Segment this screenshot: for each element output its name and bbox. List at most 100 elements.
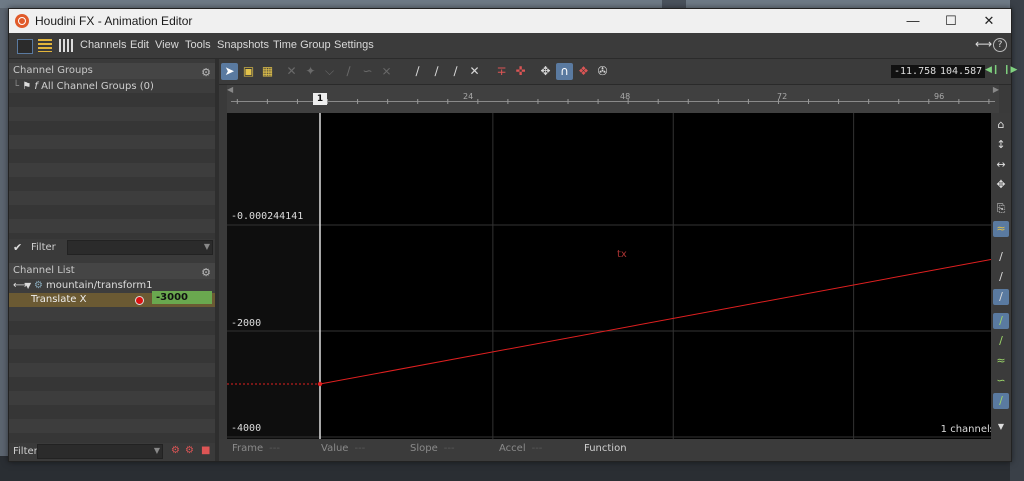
keyframe-icon[interactable]: ❖ [575, 63, 592, 80]
magnet-icon[interactable]: ∩ [556, 63, 573, 80]
current-frame-marker[interactable]: 1 [313, 93, 327, 105]
channel-groups-list [9, 79, 215, 239]
function-linear-icon[interactable]: ∕ [409, 63, 426, 80]
home-icon[interactable]: ⌂ [993, 117, 1009, 133]
tangent-tool-icon[interactable]: ∕ [993, 289, 1009, 305]
chevron-down-icon[interactable]: ▼ [154, 446, 160, 455]
scroll-left-icon[interactable]: ◀ [227, 85, 233, 94]
function-field[interactable]: Function [584, 443, 627, 454]
function-cubic-icon[interactable]: ✕ [466, 63, 483, 80]
graph-mode-icon[interactable] [17, 39, 33, 54]
tangent-flat-icon[interactable]: ✕ [283, 63, 300, 80]
cycle-icon[interactable]: ✜ [512, 63, 529, 80]
curve-display-icon[interactable]: ∽ [993, 373, 1009, 389]
frame-field[interactable]: Frame --- [232, 443, 280, 454]
function-ease-icon[interactable]: ∕ [428, 63, 445, 80]
scale-box-icon[interactable]: ▦ [259, 63, 276, 80]
frame-label: Frame [232, 443, 264, 454]
dopesheet-mode-icon[interactable] [38, 39, 52, 52]
channel-color-swatch[interactable] [135, 296, 144, 305]
tick-label: 48 [620, 92, 631, 101]
pan-icon[interactable]: ✥ [993, 177, 1009, 193]
channel-value-field[interactable]: -3000 [152, 291, 212, 304]
title-bar: Houdini FX - Animation Editor — ☐ ✕ [9, 9, 1011, 33]
menu-edit[interactable]: Edit [130, 39, 149, 51]
frame-value: --- [269, 443, 280, 454]
clear-icon[interactable]: ■ [201, 445, 210, 456]
tree-branch-icon: └ [13, 81, 20, 92]
tangent-step-icon[interactable]: ⌵ [321, 63, 338, 80]
minimize-button[interactable]: — [895, 11, 931, 31]
curve-display-icon[interactable]: ∕ [993, 313, 1009, 329]
y-axis-label: -4000 [231, 423, 262, 434]
curve-display-icon[interactable]: ∕ [993, 393, 1009, 409]
scroll-right-icon[interactable]: ▶ [993, 85, 999, 94]
tangent-linear-icon[interactable]: ∕ [340, 63, 357, 80]
check-icon[interactable]: ✔ [13, 241, 22, 254]
tangent-break-icon[interactable]: ⨯ [378, 63, 395, 80]
graph-toolbar: ➤ ▣ ▦ ✕ ✦ ⌵ ∕ ∽ ⨯ ∕ ∕ ∕ ✕ ∓ ✜ ✥ ∩ ❖ ✇ -1… [219, 59, 1017, 85]
function-bezier-icon[interactable]: ∕ [447, 63, 464, 80]
tangent-tool-icon[interactable]: ∕ [993, 249, 1009, 265]
curve-segment-tx[interactable] [319, 252, 999, 385]
graph-view-icon[interactable]: ≈ [993, 221, 1009, 237]
menu-bar: Channels Edit View Tools Snapshots Time … [9, 33, 1011, 59]
slope-field[interactable]: Slope --- [410, 443, 455, 454]
go-to-end-icon[interactable]: ❙▶ [1003, 65, 1017, 75]
fit-horizontal-icon[interactable]: ↔ [993, 157, 1009, 173]
add-scoped-icon[interactable]: ⚙ [171, 445, 180, 456]
tangent-smooth-icon[interactable]: ∽ [359, 63, 376, 80]
pane-splitter[interactable] [215, 59, 219, 461]
move-icon[interactable]: ✥ [537, 63, 554, 80]
list-item[interactable]: └ ⚑ f All Channel Groups (0) [13, 81, 154, 92]
animation-editor-window: Houdini FX - Animation Editor — ☐ ✕ Chan… [8, 8, 1017, 462]
group-filter-row: ✔ Filter ▼ [9, 239, 215, 257]
graph-canvas[interactable] [227, 113, 999, 439]
remove-scoped-icon[interactable]: ⚙ [185, 445, 194, 456]
fit-vertical-icon[interactable]: ↕ [993, 137, 1009, 153]
italic-f-icon: f [34, 81, 38, 92]
frame-selected-icon[interactable]: ⎘ [993, 201, 1009, 217]
tangent-tool-icon[interactable]: ∕ [993, 269, 1009, 285]
menu-time-group[interactable]: Time Group [273, 39, 331, 51]
houdini-logo-icon [15, 14, 29, 28]
expand-triangle-icon[interactable]: ▼ [25, 279, 31, 293]
pin-icon[interactable]: ⟷ [975, 38, 992, 50]
slope-value: --- [443, 443, 455, 454]
status-bar: Frame --- Value --- Slope --- Accel --- Func… [219, 439, 1011, 461]
menu-settings[interactable]: Settings [334, 39, 374, 51]
node-icon: ⚙ [34, 280, 43, 291]
maximize-button[interactable]: ☐ [933, 11, 969, 31]
flag-icon: ⚑ [22, 81, 32, 92]
tangent-ease-icon[interactable]: ✦ [302, 63, 319, 80]
chevron-down-icon[interactable]: ▼ [204, 242, 210, 251]
menu-tools[interactable]: Tools [185, 39, 211, 51]
table-mode-icon[interactable] [59, 39, 73, 52]
curve-graph[interactable]: -0.000244141 -2000 -4000 tx 1 channels [227, 113, 999, 439]
value-value: --- [354, 443, 366, 454]
menu-channels[interactable]: Channels [80, 39, 126, 51]
node-path-label: mountain/transform1 [46, 280, 153, 291]
group-filter-input[interactable]: ▼ [67, 240, 213, 255]
menu-snapshots[interactable]: Snapshots [217, 39, 269, 51]
curve-display-icon[interactable]: ∕ [993, 333, 1009, 349]
curve-display-icon[interactable]: ≈ [993, 353, 1009, 369]
tick-label: 96 [934, 92, 945, 101]
time-range-start[interactable]: -11.758 [891, 65, 940, 78]
snap-value-icon[interactable]: ∓ [493, 63, 510, 80]
go-to-start-icon[interactable]: ◀❙ [985, 65, 999, 75]
box-select-icon[interactable]: ▣ [240, 63, 257, 80]
value-field[interactable]: Value --- [321, 443, 365, 454]
channel-filter-input[interactable]: ▼ [37, 444, 163, 459]
chevron-down-icon[interactable]: ▼ [993, 419, 1009, 435]
keyframe-point[interactable] [317, 381, 323, 387]
time-range-end[interactable]: 104.587 [937, 65, 986, 78]
select-tool-icon[interactable]: ➤ [221, 63, 238, 80]
channel-groups-title: Channel Groups [13, 65, 93, 76]
menu-view[interactable]: View [155, 39, 179, 51]
camera-icon[interactable]: ✇ [594, 63, 611, 80]
help-button[interactable]: ? [993, 38, 1007, 52]
close-button[interactable]: ✕ [971, 11, 1007, 31]
accel-field[interactable]: Accel --- [499, 443, 542, 454]
time-ruler[interactable]: 24 48 72 96 1 ◀ ▶ [227, 85, 999, 113]
